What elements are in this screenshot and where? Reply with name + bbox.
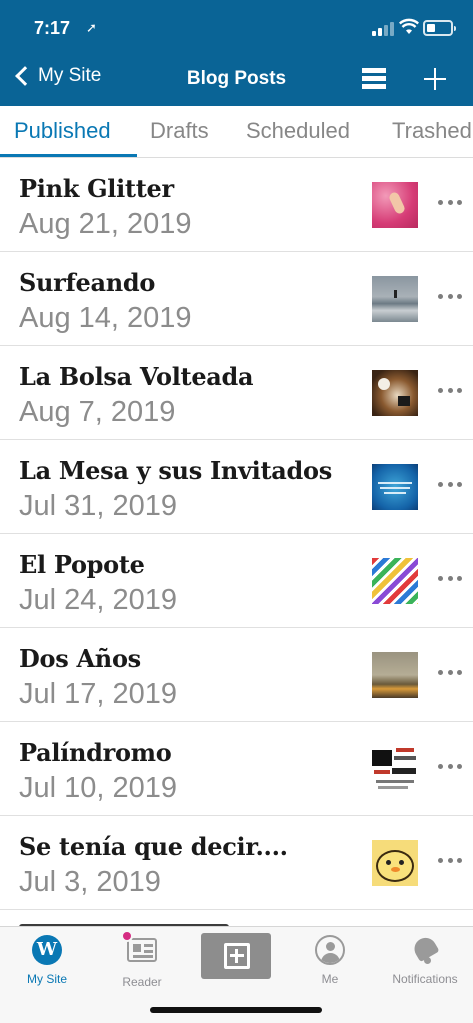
- post-title: Surfeando: [19, 268, 156, 297]
- post-date: Jul 24, 2019: [19, 584, 178, 616]
- post-thumbnail: [372, 652, 418, 698]
- post-thumbnail: [372, 182, 418, 228]
- post-thumbnail: [372, 746, 418, 792]
- add-post-button[interactable]: [424, 68, 446, 90]
- post-row[interactable]: Surfeando Aug 14, 2019: [0, 252, 473, 346]
- tab-reader-label: Reader: [122, 975, 162, 989]
- post-title: Pink Glitter: [19, 174, 174, 203]
- post-date: Jul 3, 2019: [19, 866, 161, 898]
- navigation-bar: My Site Blog Posts: [0, 56, 473, 106]
- new-post-button[interactable]: [201, 933, 271, 979]
- active-tab-indicator: [0, 154, 137, 157]
- new-post-icon: [224, 943, 250, 969]
- post-row[interactable]: Se tenía que decir.... Jul 3, 2019: [0, 816, 473, 910]
- home-indicator[interactable]: [150, 1007, 322, 1013]
- post-title: Se tenía que decir....: [19, 832, 288, 861]
- post-date: Aug 21, 2019: [19, 208, 192, 240]
- more-options-icon[interactable]: [438, 200, 462, 208]
- status-time: 7:17: [34, 18, 71, 38]
- user-avatar-icon: [315, 935, 345, 965]
- post-list: Pink Glitter Aug 21, 2019 Surfeando Aug …: [0, 158, 473, 930]
- post-date: Jul 31, 2019: [19, 490, 178, 522]
- post-row[interactable]: Dos Años Jul 17, 2019: [0, 628, 473, 722]
- tab-trashed[interactable]: Trashed: [392, 118, 472, 144]
- notification-dot: [121, 930, 133, 942]
- post-date: Jul 10, 2019: [19, 772, 178, 804]
- more-options-icon[interactable]: [438, 388, 462, 396]
- post-row[interactable]: La Bolsa Volteada Aug 7, 2019: [0, 346, 473, 440]
- wifi-icon: [399, 18, 419, 34]
- post-thumbnail: [372, 276, 418, 322]
- more-options-icon[interactable]: [438, 764, 462, 772]
- tab-published[interactable]: Published: [14, 118, 111, 144]
- post-title: La Bolsa Volteada: [19, 362, 254, 391]
- wordpress-logo-icon: W: [32, 935, 62, 965]
- post-thumbnail: [372, 464, 418, 510]
- tab-my-site-label: My Site: [26, 972, 67, 986]
- post-thumbnail: [372, 558, 418, 604]
- post-thumbnail: [372, 370, 418, 416]
- post-title: Dos Años: [19, 644, 141, 673]
- top-bar: 7:17 ➚ My Site Blog Posts: [0, 0, 473, 106]
- more-options-icon[interactable]: [438, 576, 462, 584]
- post-date: Aug 7, 2019: [19, 396, 176, 428]
- more-options-icon[interactable]: [438, 858, 462, 866]
- post-row[interactable]: Palíndromo Jul 10, 2019: [0, 722, 473, 816]
- battery-icon: [423, 20, 456, 36]
- reader-icon: [127, 938, 157, 962]
- tab-notifications-label: Notifications: [392, 972, 458, 986]
- more-options-icon[interactable]: [438, 294, 462, 302]
- page-title: Blog Posts: [186, 68, 287, 89]
- status-bar: 7:17 ➚: [0, 0, 473, 56]
- post-row[interactable]: El Popote Jul 24, 2019: [0, 534, 473, 628]
- tab-my-site[interactable]: W My Site: [0, 935, 94, 986]
- bell-icon: [410, 933, 440, 965]
- post-row[interactable]: Pink Glitter Aug 21, 2019: [0, 158, 473, 252]
- tab-me[interactable]: Me: [283, 935, 377, 986]
- post-date: Jul 17, 2019: [19, 678, 178, 710]
- more-options-icon[interactable]: [438, 482, 462, 490]
- tab-reader[interactable]: Reader: [95, 930, 189, 989]
- location-arrow-icon: ➚: [86, 20, 97, 35]
- post-date: Aug 14, 2019: [19, 302, 192, 334]
- more-options-icon[interactable]: [438, 670, 462, 678]
- post-status-tabs: Published Drafts Scheduled Trashed: [0, 106, 473, 158]
- post-title: Palíndromo: [19, 738, 172, 767]
- post-title: La Mesa y sus Invitados: [19, 456, 332, 485]
- cellular-signal-icon: [372, 22, 394, 36]
- tab-me-label: Me: [321, 972, 339, 986]
- list-view-toggle-icon[interactable]: [362, 68, 386, 90]
- tab-notifications[interactable]: Notifications: [378, 933, 472, 986]
- post-row[interactable]: La Mesa y sus Invitados Jul 31, 2019: [0, 440, 473, 534]
- post-thumbnail: [372, 840, 418, 886]
- tab-drafts[interactable]: Drafts: [150, 118, 209, 144]
- tab-scheduled[interactable]: Scheduled: [246, 118, 350, 144]
- post-title: El Popote: [19, 550, 145, 579]
